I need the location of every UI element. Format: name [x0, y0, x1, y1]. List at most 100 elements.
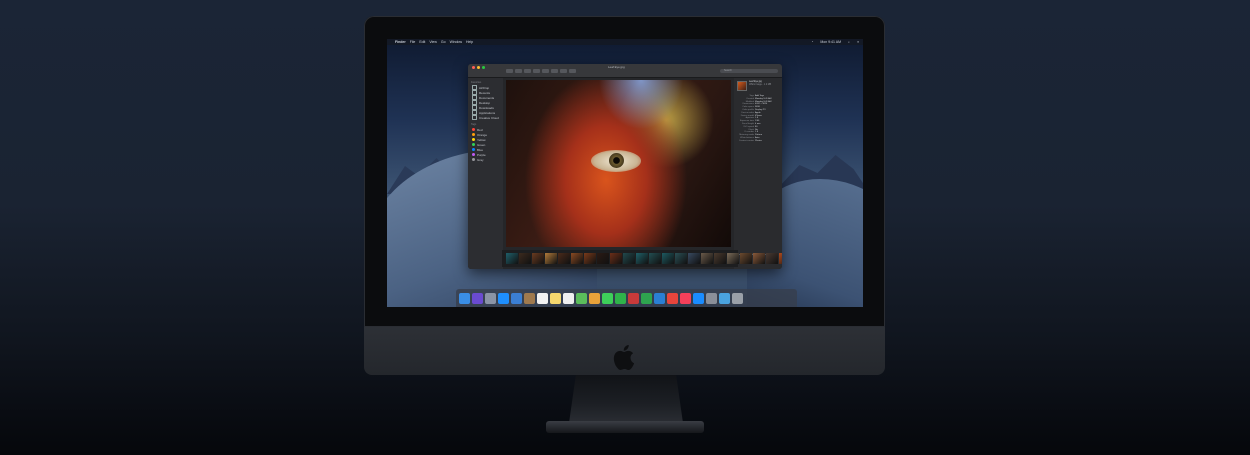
filmstrip-thumbnail[interactable] [506, 253, 518, 264]
dock [456, 289, 797, 307]
gallery-view-button[interactable] [542, 69, 549, 73]
menu-bar: Finder File Edit View Go Window Help ◔ M… [387, 39, 863, 45]
facetime-icon[interactable] [615, 292, 626, 304]
inspector-file-meta: JPEG image - 1.2 MB [749, 84, 772, 86]
search-input[interactable]: Search [720, 69, 778, 73]
share-button[interactable] [560, 69, 567, 73]
menu-edit[interactable]: Edit [419, 40, 425, 44]
reminders-icon[interactable] [563, 292, 574, 304]
display-chin [364, 327, 885, 375]
desktop-screen: Finder File Edit View Go Window Help ◔ M… [387, 39, 863, 307]
finder-sidebar: Favorites AirDrop Recents Documents Desk… [468, 78, 503, 269]
photo-booth-icon[interactable] [628, 292, 639, 304]
preview-inspector: Leaf Eye.jpg JPEG image - 1.2 MB Tags Add… [734, 78, 782, 269]
filmstrip-thumbnail[interactable] [766, 253, 778, 264]
numbers-icon[interactable] [641, 292, 652, 304]
eye-detail [591, 150, 641, 172]
filmstrip-thumbnail[interactable] [571, 253, 583, 264]
zoom-window-button[interactable] [482, 66, 485, 69]
siri-icon[interactable] [472, 292, 483, 304]
icon-view-button[interactable] [515, 69, 522, 73]
filmstrip-thumbnail[interactable] [636, 253, 648, 264]
filmstrip-thumbnail[interactable] [714, 253, 726, 264]
finder-window: Leaf Eye.jpg Search Favorites AirDrop Re… [468, 64, 782, 269]
filmstrip-thumbnail[interactable] [753, 253, 765, 264]
notes-icon[interactable] [550, 292, 561, 304]
back-forward-button[interactable] [506, 69, 513, 73]
window-titlebar[interactable]: Leaf Eye.jpg Search [468, 64, 782, 78]
gallery-preview-image[interactable] [506, 80, 731, 247]
cloud-icon [472, 115, 477, 120]
metadata-row: Content creator Photos [734, 140, 782, 143]
sidebar-favorites-header: Favorites [471, 81, 482, 84]
filmstrip-thumbnail[interactable] [610, 253, 622, 264]
sidebar-tag-gray[interactable]: Gray [468, 157, 503, 162]
system-preferences-icon[interactable] [706, 292, 717, 304]
gallery-filmstrip [502, 250, 782, 267]
mail-icon[interactable] [511, 292, 522, 304]
trash-icon[interactable] [732, 292, 743, 304]
menu-window[interactable]: Window [450, 40, 462, 44]
tag-dot-icon [472, 148, 475, 151]
filmstrip-thumbnail[interactable] [727, 253, 739, 264]
column-view-button[interactable] [533, 69, 540, 73]
iris-detail [609, 153, 624, 168]
filmstrip-thumbnail[interactable] [662, 253, 674, 264]
filmstrip-thumbnail[interactable] [779, 253, 782, 264]
menu-file[interactable]: File [410, 40, 416, 44]
filmstrip-thumbnail[interactable] [558, 253, 570, 264]
tag-dot-icon [472, 128, 475, 131]
imac-stand [569, 375, 683, 423]
minimize-window-button[interactable] [477, 66, 480, 69]
filmstrip-thumbnail[interactable] [688, 253, 700, 264]
calendar-icon[interactable] [537, 292, 548, 304]
spotlight-icon[interactable]: ⌕ [848, 40, 850, 44]
metadata-value: Photos [755, 139, 762, 142]
tag-dot-icon [472, 153, 475, 156]
sidebar-item-creative-cloud[interactable]: Creative Cloud [468, 115, 503, 120]
metadata-key: Content creator [738, 139, 754, 142]
tag-dot-icon [472, 143, 475, 146]
filmstrip-thumbnail[interactable] [649, 253, 661, 264]
news-icon[interactable] [667, 292, 678, 304]
menu-clock[interactable]: Mon 9:41 AM [820, 40, 841, 44]
safari-icon[interactable] [498, 292, 509, 304]
imac-stand-foot [546, 421, 704, 433]
tag-dot-icon [472, 158, 475, 161]
list-view-button[interactable] [524, 69, 531, 73]
filmstrip-thumbnail[interactable] [519, 253, 531, 264]
wifi-icon[interactable]: ◔ [811, 40, 813, 44]
filmstrip-thumbnail[interactable] [701, 253, 713, 264]
menu-view[interactable]: View [429, 40, 437, 44]
menu-go[interactable]: Go [441, 40, 446, 44]
filmstrip-thumbnail[interactable] [532, 253, 544, 264]
group-button[interactable] [551, 69, 558, 73]
apple-logo-icon [613, 345, 635, 370]
tag-button[interactable] [569, 69, 576, 73]
maps-icon[interactable] [576, 292, 587, 304]
sidebar-tags-header: Tags [471, 123, 477, 126]
menu-help[interactable]: Help [466, 40, 473, 44]
filmstrip-thumbnail[interactable] [545, 253, 557, 264]
control-menu-icon[interactable]: ≡ [857, 40, 859, 44]
tag-dot-icon [472, 133, 475, 136]
filmstrip-thumbnail[interactable] [740, 253, 752, 264]
menu-app-name[interactable]: Finder [395, 40, 406, 44]
messages-icon[interactable] [602, 292, 613, 304]
filmstrip-thumbnail[interactable] [584, 253, 596, 264]
filmstrip-thumbnail[interactable] [597, 253, 609, 264]
contacts-icon[interactable] [524, 292, 535, 304]
filmstrip-thumbnail[interactable] [675, 253, 687, 264]
downloads-folder-icon[interactable] [719, 292, 730, 304]
filmstrip-thumbnail[interactable] [623, 253, 635, 264]
file-thumbnail [737, 81, 747, 91]
launchpad-icon[interactable] [485, 292, 496, 304]
close-window-button[interactable] [472, 66, 475, 69]
keynote-icon[interactable] [654, 292, 665, 304]
photos-icon[interactable] [589, 292, 600, 304]
display-bezel: Finder File Edit View Go Window Help ◔ M… [364, 16, 885, 327]
music-icon[interactable] [680, 292, 691, 304]
finder-icon[interactable] [459, 292, 470, 304]
app-store-icon[interactable] [693, 292, 704, 304]
metadata-list: Tags Add Tags Created Monday 9:41 AM Modifie… [734, 95, 782, 143]
